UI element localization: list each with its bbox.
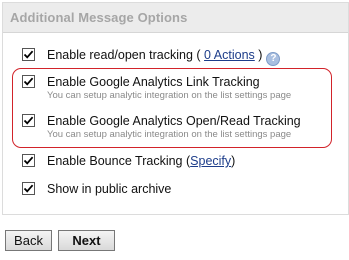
option-label: Enable read/open tracking ( 0 Actions )? bbox=[47, 47, 281, 66]
option-read-open-tracking: Enable read/open tracking ( 0 Actions )? bbox=[22, 47, 281, 66]
checkmark-icon bbox=[23, 116, 34, 125]
option-label: Enable Bounce Tracking (Specify) bbox=[47, 154, 236, 168]
bounce-tracking-checkbox[interactable] bbox=[22, 154, 35, 167]
panel-title: Additional Message Options bbox=[10, 10, 188, 25]
option-bounce-tracking: Enable Bounce Tracking (Specify) bbox=[22, 153, 235, 169]
back-button[interactable]: Back bbox=[5, 230, 52, 251]
read-open-tracking-checkbox[interactable] bbox=[22, 48, 35, 61]
option-hint: You can setup analytic integration on th… bbox=[47, 129, 292, 140]
help-question-icon[interactable]: ? bbox=[266, 52, 281, 66]
option-label: Enable Google Analytics Link Tracking bbox=[47, 75, 260, 89]
checkmark-icon bbox=[23, 184, 34, 193]
checkmark-icon bbox=[23, 50, 34, 59]
option-ga-open-tracking: Enable Google Analytics Open/Read Tracki… bbox=[22, 113, 301, 141]
option-hint: You can setup analytic integration on th… bbox=[47, 90, 292, 101]
public-archive-checkbox[interactable] bbox=[22, 182, 35, 195]
next-button[interactable]: Next bbox=[58, 230, 115, 251]
panel-header: Additional Message Options bbox=[3, 3, 348, 33]
option-label: Enable Google Analytics Open/Read Tracki… bbox=[47, 114, 301, 128]
ga-link-tracking-checkbox[interactable] bbox=[22, 75, 35, 88]
option-ga-link-tracking: Enable Google Analytics Link Tracking Yo… bbox=[22, 74, 291, 102]
specify-link[interactable]: Specify bbox=[190, 154, 231, 168]
option-public-archive: Show in public archive bbox=[22, 181, 171, 197]
checkmark-icon bbox=[23, 156, 34, 165]
checkmark-icon bbox=[23, 77, 34, 86]
actions-link[interactable]: 0 Actions bbox=[204, 48, 255, 62]
option-label: Show in public archive bbox=[47, 182, 172, 196]
ga-open-tracking-checkbox[interactable] bbox=[22, 114, 35, 127]
